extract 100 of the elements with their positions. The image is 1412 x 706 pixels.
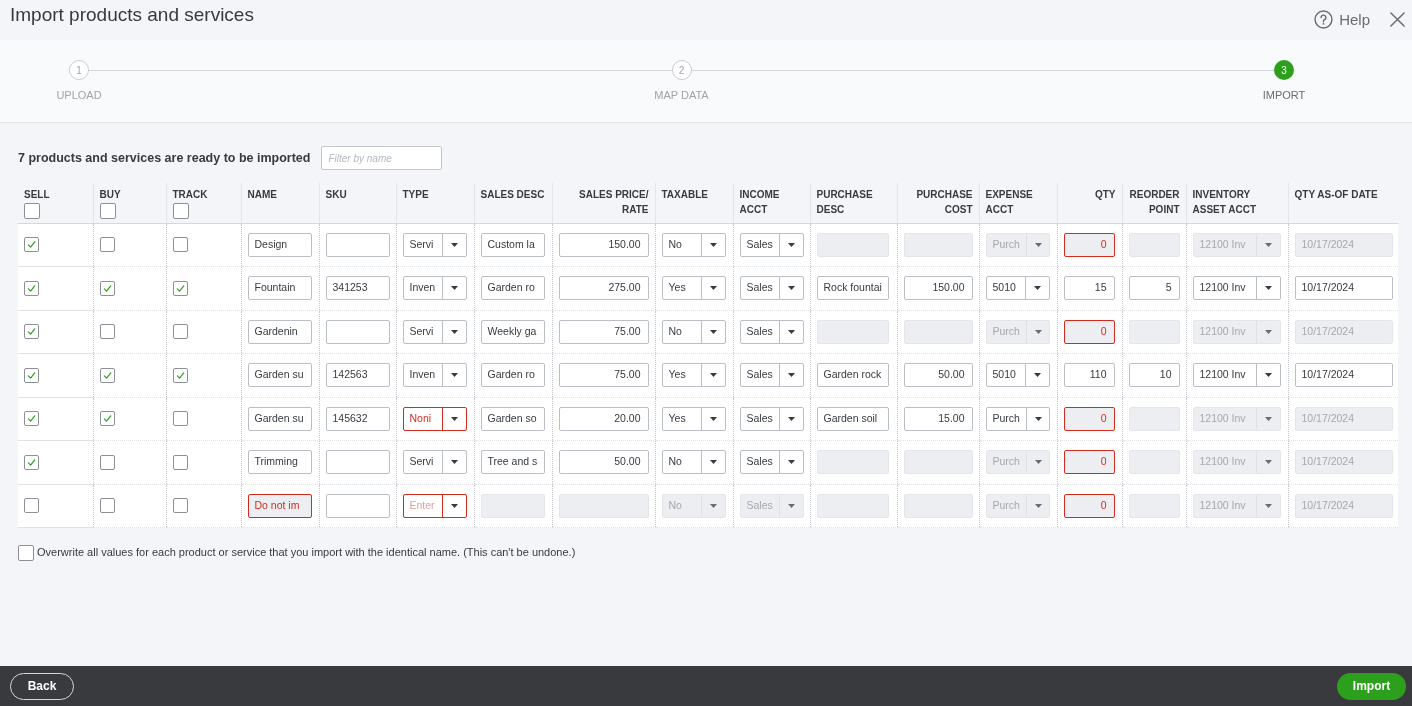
check-icon bbox=[102, 370, 112, 380]
name-field[interactable]: Fountain bbox=[247, 276, 312, 301]
taxable-select[interactable]: Yes bbox=[661, 276, 726, 301]
name-field[interactable]: Trimming bbox=[247, 450, 312, 475]
sales-desc-field[interactable]: Garden ro bbox=[480, 276, 545, 301]
taxable-select[interactable]: Yes bbox=[661, 363, 726, 388]
checkbox[interactable] bbox=[172, 454, 188, 470]
type-select[interactable]: Servi bbox=[402, 232, 467, 257]
purchase-desc-field[interactable]: Rock fountai bbox=[816, 276, 889, 301]
sales-desc-field[interactable]: Tree and s bbox=[480, 450, 545, 475]
column-header: SKU bbox=[325, 188, 348, 202]
reorder-point-field[interactable]: 10 bbox=[1128, 363, 1180, 388]
taxable-select[interactable]: No bbox=[661, 232, 726, 257]
checkbox[interactable] bbox=[99, 411, 115, 427]
type-select[interactable]: Servi bbox=[402, 450, 467, 475]
type-select[interactable]: Noni bbox=[402, 406, 467, 431]
check-icon bbox=[175, 370, 185, 380]
type-select[interactable]: Servi bbox=[402, 319, 467, 344]
income-account-select[interactable]: Sales bbox=[739, 232, 804, 257]
purchase-cost-field[interactable]: 50.00 bbox=[903, 363, 973, 388]
type-select[interactable]: Inven bbox=[402, 363, 467, 388]
purchase-desc-field[interactable]: Garden rock bbox=[816, 363, 889, 388]
checkbox[interactable] bbox=[24, 454, 39, 470]
purchase-desc-field[interactable]: Garden soil bbox=[816, 406, 889, 431]
taxable-select[interactable]: No bbox=[661, 319, 726, 344]
help-button[interactable]: Help bbox=[1314, 9, 1370, 30]
caret-icon bbox=[1264, 503, 1272, 508]
date-field[interactable]: 10/17/2024 bbox=[1294, 363, 1393, 388]
sku-field[interactable]: 341253 bbox=[325, 276, 390, 301]
income-account-select[interactable]: Sales bbox=[739, 363, 804, 388]
checkbox[interactable] bbox=[24, 411, 39, 427]
sku-field[interactable]: 142563 bbox=[325, 363, 390, 388]
reorder-point-field[interactable]: 5 bbox=[1128, 276, 1180, 301]
checkbox[interactable] bbox=[99, 454, 115, 470]
checkbox[interactable] bbox=[172, 280, 188, 296]
name-field[interactable]: Design bbox=[247, 232, 312, 257]
sales-desc-field[interactable]: Custom la bbox=[480, 232, 545, 257]
expense-account-select[interactable]: 5010 bbox=[985, 276, 1050, 301]
qty-field[interactable]: 15 bbox=[1063, 276, 1115, 301]
sales-price-field[interactable]: 275.00 bbox=[558, 276, 649, 301]
sku-field[interactable] bbox=[325, 232, 390, 257]
checkbox[interactable] bbox=[99, 324, 115, 340]
overwrite-label: Overwrite all values for each product or service that you import with the identical name. (This can't be undone.) bbox=[37, 544, 576, 559]
asset-account-select[interactable]: 12100 Inv bbox=[1192, 363, 1281, 388]
type-select[interactable]: Inven bbox=[402, 276, 467, 301]
name-field[interactable]: Garden su bbox=[247, 363, 312, 388]
purchase-cost-field[interactable]: 150.00 bbox=[903, 276, 973, 301]
name-field[interactable]: Garden su bbox=[247, 406, 312, 431]
income-account-select[interactable]: Sales bbox=[739, 276, 804, 301]
sku-field[interactable]: 145632 bbox=[325, 406, 390, 431]
checkbox[interactable] bbox=[99, 203, 116, 219]
caret-icon bbox=[709, 503, 717, 508]
expense-account-select[interactable]: Purch bbox=[985, 406, 1050, 431]
income-account-select[interactable]: Sales bbox=[739, 406, 804, 431]
caret-icon bbox=[1264, 286, 1272, 291]
checkbox[interactable] bbox=[24, 498, 39, 514]
checkbox[interactable] bbox=[24, 237, 39, 253]
sku-field[interactable] bbox=[325, 319, 390, 344]
checkbox[interactable] bbox=[99, 237, 115, 253]
checkbox[interactable] bbox=[172, 411, 188, 427]
caret-icon bbox=[450, 329, 458, 334]
asset-account-select[interactable]: 12100 Inv bbox=[1192, 276, 1281, 301]
taxable-select[interactable]: No bbox=[661, 450, 726, 475]
sku-field[interactable] bbox=[325, 450, 390, 475]
checkbox[interactable] bbox=[24, 280, 39, 296]
caret-icon bbox=[1264, 460, 1272, 465]
checkbox[interactable] bbox=[24, 367, 39, 383]
sales-desc-field[interactable]: Garden so bbox=[480, 406, 545, 431]
sales-price-field[interactable]: 20.00 bbox=[558, 406, 649, 431]
qty-field[interactable]: 110 bbox=[1063, 363, 1115, 388]
checkbox[interactable] bbox=[172, 498, 188, 514]
sales-price-field[interactable]: 75.00 bbox=[558, 363, 649, 388]
checkbox[interactable] bbox=[172, 324, 188, 340]
help-icon bbox=[1314, 10, 1334, 29]
checkbox[interactable] bbox=[172, 203, 189, 219]
caret-icon bbox=[1033, 373, 1041, 378]
purchase-cost-field[interactable]: 15.00 bbox=[903, 406, 973, 431]
sku-field[interactable] bbox=[325, 493, 390, 518]
checkbox[interactable] bbox=[172, 367, 188, 383]
checkbox[interactable] bbox=[24, 203, 40, 219]
sales-desc-field[interactable]: Garden ro bbox=[480, 363, 545, 388]
column-header: SALES PRICE/ RATE bbox=[578, 188, 649, 217]
sales-desc-field[interactable]: Weekly ga bbox=[480, 319, 545, 344]
sales-price-field[interactable]: 150.00 bbox=[558, 232, 649, 257]
checkbox[interactable] bbox=[99, 498, 115, 514]
close-icon[interactable] bbox=[1390, 12, 1405, 27]
checkbox[interactable] bbox=[18, 545, 34, 561]
expense-account-select[interactable]: 5010 bbox=[985, 363, 1050, 388]
date-field[interactable]: 10/17/2024 bbox=[1294, 276, 1393, 301]
taxable-select[interactable]: Yes bbox=[661, 406, 726, 431]
checkbox[interactable] bbox=[99, 367, 115, 383]
checkbox[interactable] bbox=[99, 280, 115, 296]
sales-price-field[interactable]: 50.00 bbox=[558, 450, 649, 475]
income-account-select[interactable]: Sales bbox=[739, 319, 804, 344]
checkbox[interactable] bbox=[24, 324, 39, 340]
income-account-select[interactable]: Sales bbox=[739, 450, 804, 475]
sales-price-field[interactable]: 75.00 bbox=[558, 319, 649, 344]
name-field[interactable]: Gardenin bbox=[247, 319, 312, 344]
checkbox[interactable] bbox=[172, 237, 188, 253]
caret-icon bbox=[787, 329, 795, 334]
